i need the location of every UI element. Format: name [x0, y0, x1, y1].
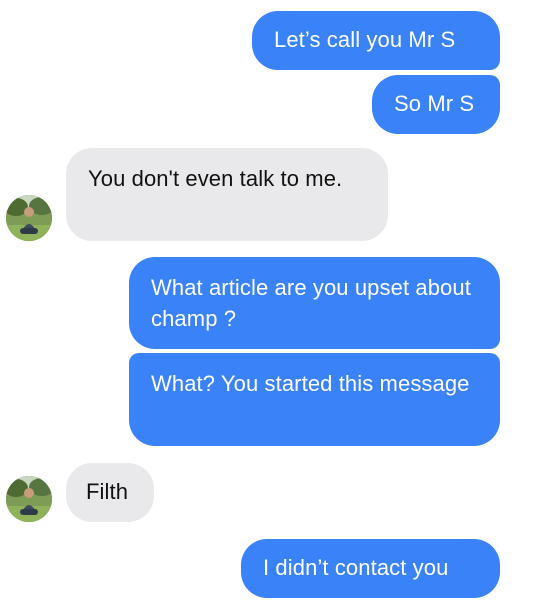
message-bubble-outgoing[interactable]: What article are you upset about champ ? — [129, 257, 500, 349]
contact-avatar[interactable] — [6, 195, 52, 241]
avatar-photo-icon — [6, 476, 52, 522]
message-bubble-outgoing[interactable]: So Mr S — [372, 75, 500, 134]
message-text: Filth — [86, 479, 129, 504]
message-text: What article are you upset about champ ? — [151, 275, 471, 331]
message-text: What? You started this message — [151, 371, 470, 396]
contact-avatar[interactable] — [6, 476, 52, 522]
message-bubble-outgoing[interactable]: Let’s call you Mr S — [252, 11, 500, 70]
message-text: I didn’t contact you — [263, 555, 449, 580]
avatar-photo-icon — [6, 195, 52, 241]
message-bubble-incoming[interactable]: Filth — [66, 463, 154, 522]
message-bubble-incoming[interactable]: You don't even talk to me. — [66, 148, 388, 241]
message-thread: Let’s call you Mr S So Mr S You don't ev… — [0, 0, 533, 600]
message-text: So Mr S — [394, 91, 475, 116]
message-text: Let’s call you Mr S — [274, 27, 456, 52]
message-bubble-outgoing[interactable]: What? You started this message — [129, 353, 500, 446]
message-text: You don't even talk to me. — [88, 166, 343, 191]
message-bubble-outgoing[interactable]: I didn’t contact you — [241, 539, 500, 598]
